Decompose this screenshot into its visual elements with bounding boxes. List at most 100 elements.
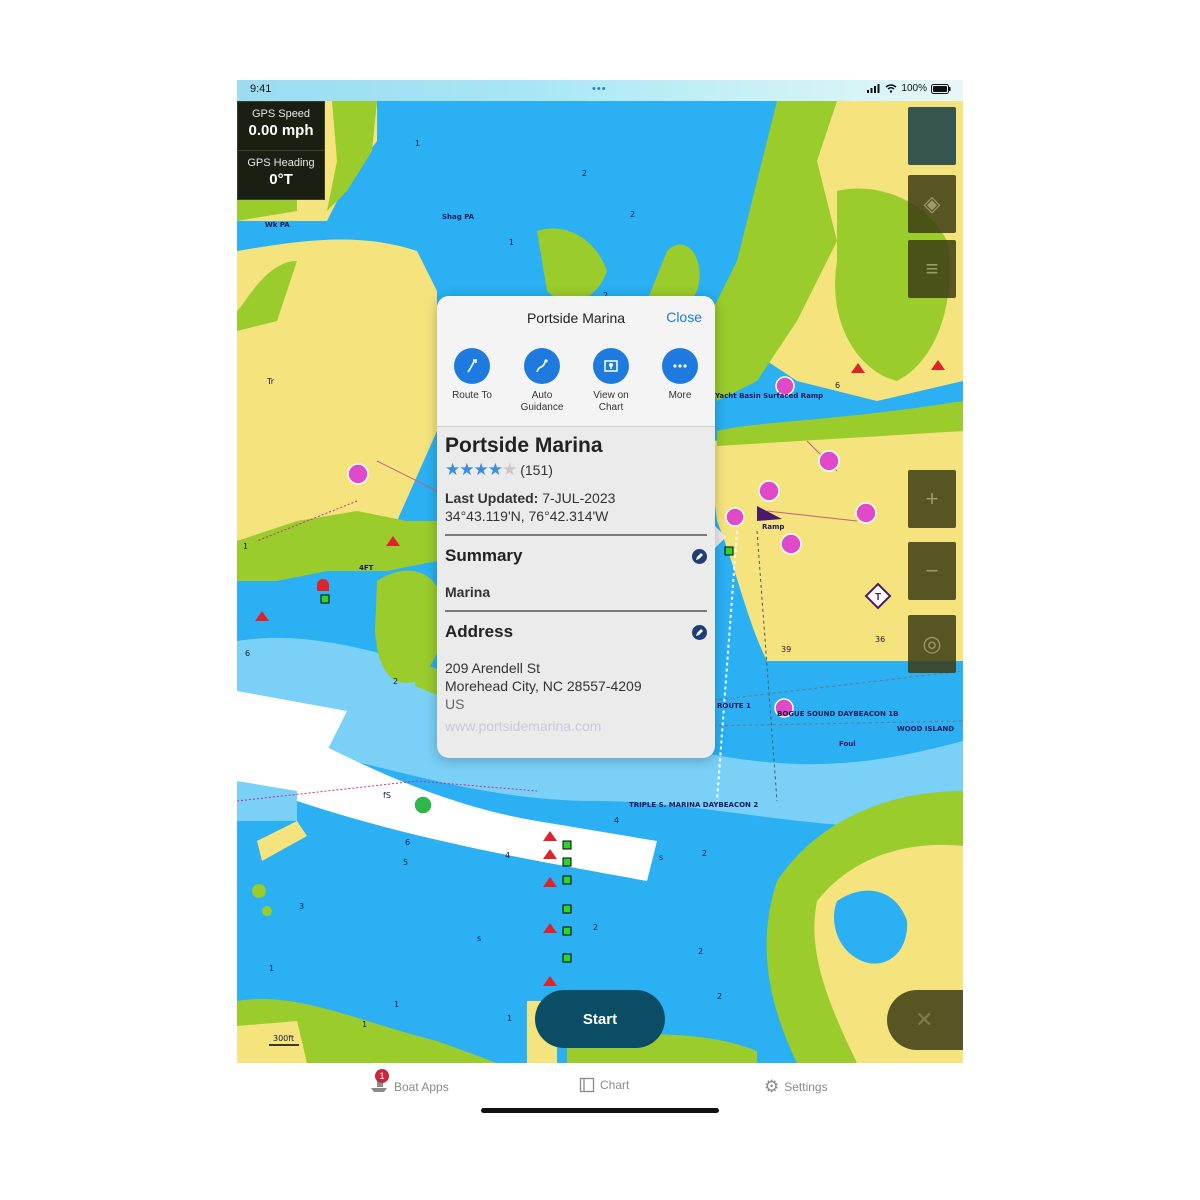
locate-button[interactable]: ◎: [908, 615, 956, 673]
address-title: Address: [445, 622, 514, 641]
cancel-route-button[interactable]: ✕: [887, 990, 963, 1050]
close-button[interactable]: Close: [666, 309, 702, 325]
svg-text:T: T: [875, 592, 881, 603]
label-fs: fS: [383, 791, 391, 800]
boat-apps-icon: 1: [369, 1069, 389, 1096]
star-rating-icon: ★★★★★: [445, 460, 517, 479]
close-icon: ✕: [915, 1007, 934, 1032]
rating-count: (151): [520, 462, 553, 478]
layers-icon: ◈: [923, 191, 941, 216]
tab-chart[interactable]: Chart: [579, 1077, 629, 1093]
more-button[interactable]: More: [645, 348, 715, 402]
label-triple-s: TRIPLE S. MARINA DAYBEACON 2: [629, 801, 758, 809]
auto-guidance-icon: [524, 348, 560, 384]
edit-address-icon[interactable]: [692, 624, 707, 640]
popup-header: Portside Marina Close Route To Auto Guid…: [437, 296, 715, 427]
gps-heading-box[interactable]: GPS Heading 0°T: [237, 150, 325, 200]
layers-button[interactable]: ◈: [908, 175, 956, 233]
svg-text:1: 1: [394, 1000, 399, 1009]
status-time: 9:41: [250, 83, 272, 95]
coordinates: 34°43.119'N, 76°42.314'W: [445, 508, 609, 524]
status-bar: 9:41 ••• 100%: [237, 80, 963, 101]
tab-boat-apps[interactable]: 1 Boat Apps: [369, 1069, 449, 1096]
summary-title: Summary: [445, 546, 523, 565]
menu-button[interactable]: ≡: [908, 240, 956, 298]
label-bogue-sound: BOGUE SOUND DAYBEACON 1B: [777, 710, 898, 718]
rating-row[interactable]: ★★★★★ (151): [445, 460, 707, 480]
view-on-chart-button[interactable]: View on Chart: [576, 348, 646, 414]
gps-heading-value: 0°T: [269, 171, 293, 188]
gear-icon: ⚙: [764, 1077, 780, 1096]
website-link[interactable]: www.portsidemarina.com: [445, 718, 707, 734]
svg-text:1: 1: [243, 542, 248, 551]
svg-text:2: 2: [630, 210, 635, 219]
tab-settings-label: Settings: [784, 1080, 828, 1094]
multitasking-dots-icon[interactable]: •••: [592, 83, 607, 95]
route-to-button[interactable]: Route To: [437, 348, 507, 402]
scale-label: 300ft: [273, 1034, 294, 1043]
last-updated-row: Last Updated: 7-JUL-2023: [445, 490, 707, 506]
svg-text:5: 5: [403, 858, 408, 867]
plus-icon: +: [925, 486, 939, 511]
view-on-chart-icon: [593, 348, 629, 384]
marina-details-popup: Portside Marina Close Route To Auto Guid…: [437, 296, 715, 758]
svg-text:6: 6: [245, 649, 250, 658]
svg-text:2: 2: [717, 992, 722, 1001]
label-wood-island: WOOD ISLAND: [897, 725, 954, 733]
svg-text:2: 2: [393, 677, 398, 686]
view-on-chart-label: View on Chart: [593, 390, 629, 413]
auto-guidance-button[interactable]: Auto Guidance: [507, 348, 577, 414]
address-line-1: 209 Arendell St: [445, 660, 540, 676]
battery-percent: 100%: [901, 83, 927, 94]
svg-text:1: 1: [509, 238, 514, 247]
auto-guidance-label: Auto Guidance: [520, 390, 564, 413]
svg-text:2: 2: [702, 849, 707, 858]
popup-body: Portside Marina ★★★★★ (151) Last Updated…: [445, 434, 707, 734]
label-yacht-basin: Yacht Basin Surfaced Ramp: [714, 392, 823, 400]
signal-icon: [867, 84, 880, 93]
summary-header: Summary: [445, 546, 707, 566]
gps-speed-label: GPS Speed: [251, 108, 311, 120]
zoom-out-button[interactable]: −: [908, 542, 956, 600]
svg-text:4: 4: [614, 816, 619, 825]
more-label: More: [668, 390, 692, 401]
minus-icon: −: [925, 558, 939, 583]
summary-value: Marina: [445, 584, 491, 600]
notification-badge: 1: [375, 1069, 389, 1083]
ipad-screen: 9:41 ••• 100% T 1 2 2 1 1 2 6 6 5 4 3 s …: [237, 80, 963, 1120]
svg-text:6: 6: [405, 838, 410, 847]
map-control-button-1[interactable]: [908, 107, 956, 165]
battery-icon: [931, 83, 951, 94]
menu-icon: ≡: [925, 256, 939, 281]
start-button[interactable]: Start: [535, 990, 665, 1048]
zoom-in-button[interactable]: +: [908, 470, 956, 528]
svg-text:1: 1: [507, 1014, 512, 1023]
more-icon: [662, 348, 698, 384]
svg-text:1: 1: [269, 964, 274, 973]
address-line-3: US: [445, 696, 465, 712]
svg-text:1: 1: [415, 139, 420, 148]
divider: [445, 610, 707, 612]
label-ramp: Ramp: [762, 523, 784, 531]
chart-book-icon: [579, 1077, 595, 1093]
svg-text:s: s: [659, 853, 663, 862]
label-foul: Foul: [839, 740, 856, 748]
tab-chart-label: Chart: [600, 1078, 630, 1092]
last-updated-label: Last Updated:: [445, 490, 539, 506]
svg-text:4: 4: [505, 851, 510, 860]
status-indicators: 100%: [867, 83, 951, 94]
label-route-1: ROUTE 1: [717, 702, 751, 710]
svg-text:6: 6: [835, 381, 840, 390]
route-to-label: Route To: [452, 390, 492, 401]
gps-speed-box[interactable]: GPS Speed 0.00 mph: [237, 101, 325, 151]
last-updated-value: 7-JUL-2023: [542, 490, 616, 506]
svg-text:2: 2: [698, 947, 703, 956]
label-wk-pa: Wk PA: [265, 221, 290, 229]
edit-summary-icon[interactable]: [692, 548, 707, 564]
wifi-icon: [885, 84, 897, 93]
svg-text:1: 1: [362, 1020, 367, 1029]
place-name: Portside Marina: [445, 434, 603, 457]
tab-settings[interactable]: ⚙ Settings: [764, 1077, 828, 1097]
route-to-icon: [454, 348, 490, 384]
gps-heading-label: GPS Heading: [247, 157, 315, 169]
